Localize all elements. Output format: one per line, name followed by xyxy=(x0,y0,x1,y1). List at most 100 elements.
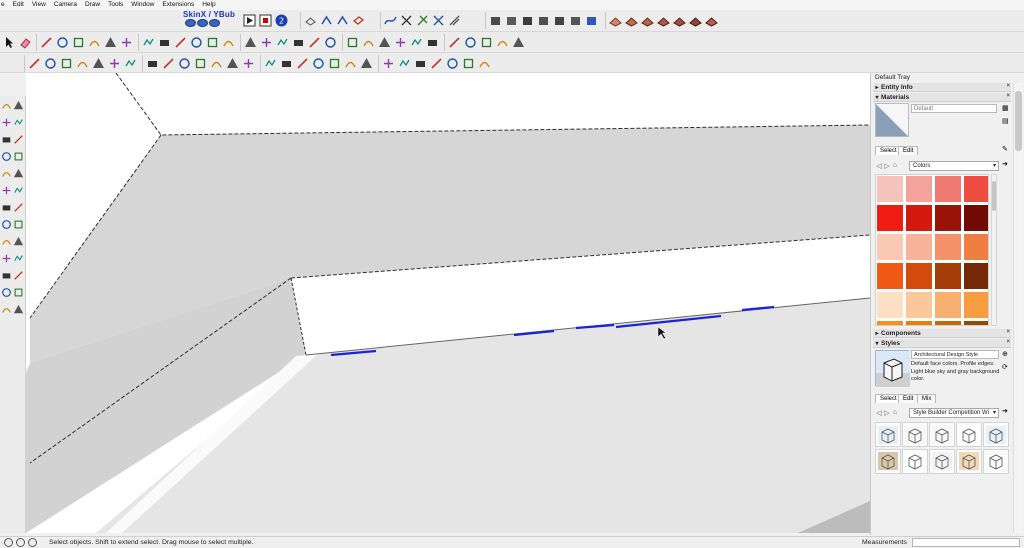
quad-face-icon[interactable] xyxy=(413,56,428,71)
color-swatch[interactable] xyxy=(906,321,932,325)
dimension-icon[interactable] xyxy=(1,253,12,264)
eraser-icon[interactable] xyxy=(1,117,12,128)
style-shaded-icon[interactable] xyxy=(361,35,376,50)
freehand-icon[interactable] xyxy=(383,13,398,28)
rotate-icon[interactable] xyxy=(1,202,12,213)
section-fill-icon[interactable] xyxy=(447,35,462,50)
materials-header[interactable]: ▾ Materials × xyxy=(873,93,1011,102)
home-icon[interactable]: ⌂ xyxy=(891,162,899,169)
terrain-contour-icon[interactable] xyxy=(624,13,639,28)
update-style-icon[interactable]: ⟳ xyxy=(1002,363,1008,371)
joint-push-pull-icon[interactable] xyxy=(241,56,256,71)
terrain-flip-icon[interactable] xyxy=(688,13,703,28)
menu-extensions[interactable]: Extensions xyxy=(158,0,198,10)
close-icon[interactable]: × xyxy=(1006,329,1010,335)
menu-camera[interactable]: Camera xyxy=(50,0,81,10)
record-icon[interactable] xyxy=(258,13,273,28)
trim-icon[interactable] xyxy=(177,56,192,71)
protractor-icon[interactable] xyxy=(479,35,494,50)
bezier-spline-icon[interactable] xyxy=(295,56,310,71)
outer-shell-icon[interactable] xyxy=(209,56,224,71)
follow-me-icon[interactable] xyxy=(13,202,24,213)
cleanup-icon[interactable] xyxy=(397,56,412,71)
camera-position-icon[interactable] xyxy=(393,35,408,50)
edge-tools-icon[interactable] xyxy=(381,56,396,71)
layout-icon[interactable] xyxy=(345,35,360,50)
color-swatch[interactable] xyxy=(906,263,932,289)
menu-tools[interactable]: Tools xyxy=(104,0,127,10)
sketch-style-light-blue[interactable] xyxy=(983,422,1009,447)
home-icon[interactable]: ⌂ xyxy=(891,409,899,416)
group-icon[interactable] xyxy=(43,56,58,71)
extrude-tools-icon[interactable] xyxy=(343,56,358,71)
rectangle-icon[interactable] xyxy=(13,134,24,145)
curviloft-icon[interactable] xyxy=(279,56,294,71)
rotate-icon[interactable] xyxy=(119,35,134,50)
color-swatch[interactable] xyxy=(877,292,903,318)
color-swatch[interactable] xyxy=(906,176,932,202)
color-swatch[interactable] xyxy=(935,205,961,231)
zoom-icon[interactable] xyxy=(275,35,290,50)
profile-builder-icon[interactable] xyxy=(477,56,492,71)
sketch-style-faint[interactable] xyxy=(983,448,1009,474)
help-badge-icon[interactable]: 2 xyxy=(274,13,289,28)
tape-measure-icon[interactable] xyxy=(1,236,12,247)
color-swatch[interactable] xyxy=(935,263,961,289)
section-plane-icon[interactable] xyxy=(205,35,220,50)
styles-library-select[interactable]: Style Builder Competition Wi ▾ xyxy=(909,408,999,418)
terrain-add-icon[interactable] xyxy=(704,13,719,28)
subdivide-icon[interactable] xyxy=(429,56,444,71)
sketch-style-outline[interactable] xyxy=(956,422,982,447)
circle-icon[interactable] xyxy=(87,35,102,50)
component-icon[interactable] xyxy=(27,56,42,71)
sample-paint-icon[interactable]: ▤ xyxy=(1002,117,1009,125)
select-arrow-icon[interactable] xyxy=(1,100,12,111)
color-swatch[interactable] xyxy=(935,234,961,260)
geo-location-icon[interactable] xyxy=(511,35,526,50)
split-icon[interactable] xyxy=(193,56,208,71)
back-icon[interactable]: ◁ xyxy=(875,162,883,170)
eyedropper-icon[interactable]: ✎ xyxy=(1002,145,1008,153)
sketch-style-color[interactable] xyxy=(956,448,982,474)
pan-icon[interactable] xyxy=(13,270,24,281)
warehouse-icon[interactable] xyxy=(307,35,322,50)
vertex-tools-icon[interactable] xyxy=(461,56,476,71)
color-swatch[interactable] xyxy=(877,205,903,231)
position-camera-icon[interactable] xyxy=(13,304,24,315)
pan-icon[interactable] xyxy=(259,35,274,50)
menu-window[interactable]: Window xyxy=(127,0,158,10)
top-view-icon[interactable] xyxy=(319,13,334,28)
move-icon[interactable] xyxy=(1,185,12,196)
cross-tool-icon[interactable] xyxy=(399,13,414,28)
round-corner-icon[interactable] xyxy=(263,56,278,71)
pencil-icon[interactable] xyxy=(39,35,54,50)
zoom-window-icon[interactable] xyxy=(13,287,24,298)
look-around-icon[interactable] xyxy=(425,35,440,50)
sketch-style-gray[interactable] xyxy=(929,448,955,474)
close-icon[interactable]: × xyxy=(1006,93,1010,99)
menu-view[interactable]: View xyxy=(28,0,50,10)
skinx-plugin-logo[interactable]: SkinX / YBub xyxy=(183,10,239,30)
materials-icon[interactable] xyxy=(75,56,90,71)
arc-icon[interactable] xyxy=(1,168,12,179)
box-trim-icon[interactable] xyxy=(568,13,583,28)
paint-bucket-icon[interactable] xyxy=(13,100,24,111)
color-swatch[interactable] xyxy=(964,263,988,289)
intersect-icon[interactable] xyxy=(123,56,138,71)
arc-icon[interactable] xyxy=(55,35,70,50)
color-swatch[interactable] xyxy=(964,205,988,231)
details-arrow-icon[interactable]: ➔ xyxy=(1002,407,1008,415)
credits-icon[interactable] xyxy=(16,538,25,547)
text-icon[interactable] xyxy=(173,35,188,50)
menu-help[interactable]: Help xyxy=(198,0,219,10)
drawing-viewport[interactable] xyxy=(26,73,870,533)
box-dark-icon[interactable] xyxy=(488,13,503,28)
sketch-style-box[interactable] xyxy=(929,422,955,447)
iso-view-icon[interactable] xyxy=(303,13,318,28)
color-swatch[interactable] xyxy=(906,205,932,231)
mirror-tool-icon[interactable] xyxy=(415,13,430,28)
eraser-icon[interactable] xyxy=(18,35,33,50)
axes-icon[interactable] xyxy=(189,35,204,50)
color-swatch[interactable] xyxy=(906,234,932,260)
color-swatch[interactable] xyxy=(935,176,961,202)
